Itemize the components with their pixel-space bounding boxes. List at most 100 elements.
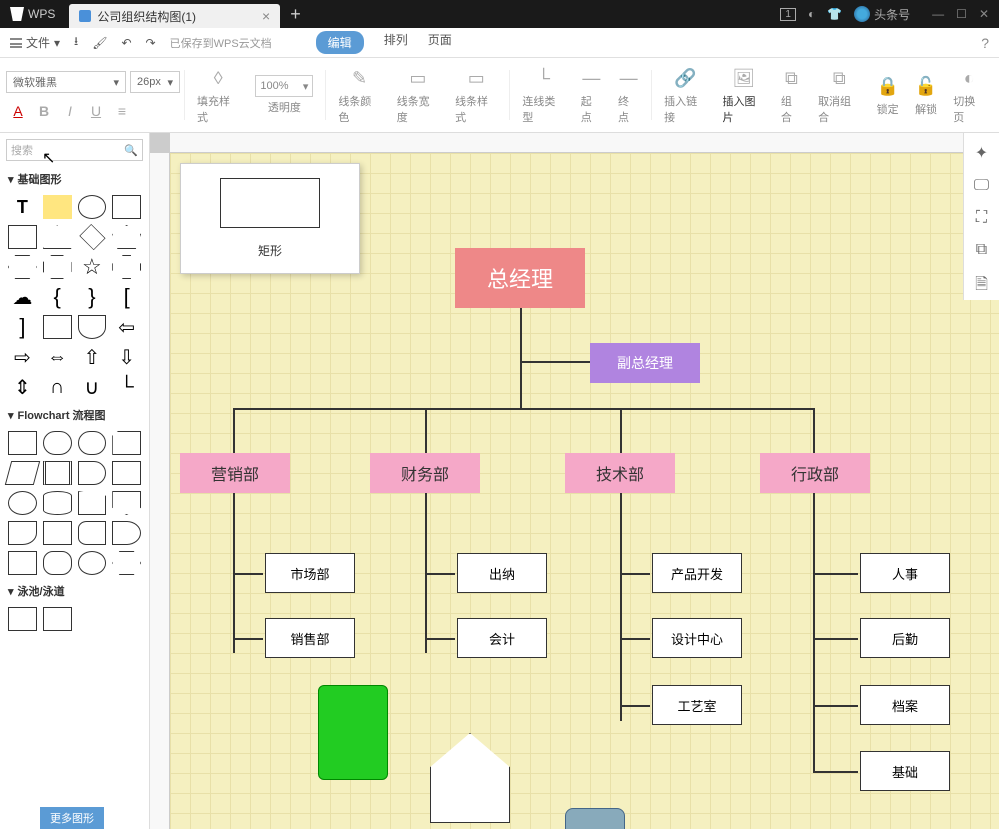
fill-tool[interactable]: ◊填充样式 (189, 65, 247, 125)
download-icon[interactable]: ⭳ (74, 32, 78, 53)
node-dept-0[interactable]: 营销部 (180, 453, 290, 493)
fc-offpage[interactable] (112, 491, 141, 515)
more-shapes-button[interactable]: 更多图形 (40, 807, 104, 829)
underline-button[interactable]: U (88, 103, 104, 119)
screen-icon[interactable]: 🖵 (974, 177, 989, 195)
mode-edit[interactable]: 编辑 (316, 31, 364, 54)
line-width-tool[interactable]: ▭线条宽度 (389, 65, 447, 125)
document-tab[interactable]: 公司组织结构图(1) × (69, 4, 280, 28)
link-tool[interactable]: 🔗插入链接 (656, 65, 714, 125)
fc-direct[interactable] (8, 551, 37, 575)
uturn-shape[interactable]: ∩ (43, 375, 72, 399)
node-child-0-0[interactable]: 市场部 (265, 553, 355, 593)
conn-type-tool[interactable]: └连线类型 (514, 65, 572, 125)
brace-r-shape[interactable]: } (78, 285, 107, 309)
end-tool[interactable]: —终点 (610, 65, 647, 125)
node-dept-3[interactable]: 行政部 (760, 453, 870, 493)
ellipse-shape[interactable] (78, 195, 107, 219)
node-child-2-1[interactable]: 设计中心 (652, 618, 742, 658)
format-painter-icon[interactable]: 🖌 (92, 36, 107, 50)
node-dept-2[interactable]: 技术部 (565, 453, 675, 493)
brace-l-shape[interactable]: { (43, 285, 72, 309)
app-logo[interactable]: WPS (0, 7, 65, 21)
align-button[interactable]: ≡ (114, 103, 130, 119)
node-child-3-1[interactable]: 后勤 (860, 618, 950, 658)
folder-shape[interactable] (43, 315, 72, 339)
undo-icon[interactable]: ↶ (121, 36, 131, 50)
node-child-3-0[interactable]: 人事 (860, 553, 950, 593)
file-menu[interactable]: 文件 ▾ (10, 34, 60, 51)
cross-shape[interactable] (112, 255, 141, 279)
node-root[interactable]: 总经理 (455, 248, 585, 308)
fc-process[interactable] (8, 431, 37, 455)
font-color-button[interactable]: A (10, 103, 26, 119)
pentagon-drag[interactable] (430, 733, 510, 823)
switch-tool[interactable]: ◐切换页 (945, 65, 993, 125)
search-input[interactable]: 搜索 🔍 (6, 139, 143, 161)
arrow-up-shape[interactable]: ⇧ (78, 345, 107, 369)
unlock-tool[interactable]: 🔓解锁 (907, 73, 945, 117)
ungroup-tool[interactable]: ⧉取消组合 (810, 65, 868, 125)
arrow-down-shape[interactable]: ⇩ (112, 345, 141, 369)
rect-shape[interactable] (112, 195, 141, 219)
note-shape[interactable] (43, 195, 72, 219)
node-child-3-2[interactable]: 档案 (860, 685, 950, 725)
font-select[interactable]: 微软雅黑▾ (6, 71, 126, 93)
triangle-shape[interactable] (43, 225, 72, 249)
add-tab-button[interactable]: + (280, 4, 311, 25)
fc-delay[interactable] (112, 521, 141, 545)
section-basic[interactable]: ▾ 基础图形 (0, 167, 149, 191)
corner-shape[interactable]: └ (112, 375, 141, 399)
uturn2-shape[interactable]: ∪ (78, 375, 107, 399)
italic-button[interactable]: I (62, 103, 78, 119)
rect2-shape[interactable] (8, 225, 37, 249)
maximize-button[interactable]: ☐ (956, 7, 967, 21)
bold-button[interactable]: B (36, 103, 52, 119)
mode-page[interactable]: 页面 (428, 31, 452, 54)
node-child-2-0[interactable]: 产品开发 (652, 553, 742, 593)
arrow-right-shape[interactable]: ⇨ (8, 345, 37, 369)
node-child-2-2[interactable]: 工艺室 (652, 685, 742, 725)
canvas[interactable]: 矩形 总经理 副总经理 营销部 财务部 技术部 行政部 市场部 销售部 出纳 会… (170, 153, 999, 829)
theme-icon[interactable]: ◐ (808, 7, 815, 21)
node-child-3-3[interactable]: 基础 (860, 751, 950, 791)
blue-shape[interactable] (565, 808, 625, 829)
shirt-icon[interactable]: 👕 (827, 7, 842, 21)
image-tool[interactable]: 🖼插入图片 (715, 65, 773, 125)
node-child-0-1[interactable]: 销售部 (265, 618, 355, 658)
mode-arrange[interactable]: 排列 (384, 31, 408, 54)
redo-icon[interactable]: ↷ (146, 36, 156, 50)
help-icon[interactable]: ? (981, 35, 989, 51)
fc-sum[interactable] (78, 551, 107, 575)
octagon-shape[interactable] (43, 255, 72, 279)
node-child-1-1[interactable]: 会计 (457, 618, 547, 658)
line-color-tool[interactable]: ✎线条颜色 (330, 65, 388, 125)
copy-icon[interactable]: ⧉ (976, 241, 987, 259)
line-style-tool[interactable]: ▭线条样式 (447, 65, 505, 125)
fc-subroutine[interactable] (43, 461, 72, 485)
fc-pill[interactable] (78, 431, 107, 455)
arrow-lr-shape[interactable]: ⇔ (43, 345, 72, 369)
fc-cylinder[interactable] (43, 491, 72, 515)
node-vice[interactable]: 副总经理 (590, 343, 700, 383)
diamond-shape[interactable] (79, 224, 105, 250)
minimize-button[interactable]: — (932, 7, 944, 21)
pentagon-shape[interactable] (112, 225, 141, 249)
fc-display[interactable] (78, 461, 107, 485)
shield-shape[interactable] (78, 315, 107, 339)
fc-doc[interactable] (8, 521, 37, 545)
fc-or[interactable] (112, 551, 141, 575)
bracket-r-shape[interactable]: ] (8, 315, 37, 339)
fc-stored[interactable] (78, 521, 107, 545)
compass-icon[interactable]: ✦ (975, 143, 988, 163)
section-flowchart[interactable]: ▾ Flowchart 流程图 (0, 403, 149, 427)
opacity-tool[interactable]: 100%▾ 透明度 (247, 75, 321, 115)
green-shape[interactable] (318, 685, 388, 780)
node-dept-1[interactable]: 财务部 (370, 453, 480, 493)
star-shape[interactable]: ☆ (78, 255, 107, 279)
group-tool[interactable]: ⧉组合 (773, 65, 810, 125)
fc-manual[interactable] (78, 491, 107, 515)
bracket-l-shape[interactable]: [ (112, 285, 141, 309)
page-icon[interactable]: 🗎 (975, 273, 988, 300)
notif-badge[interactable]: 1 (780, 8, 796, 21)
